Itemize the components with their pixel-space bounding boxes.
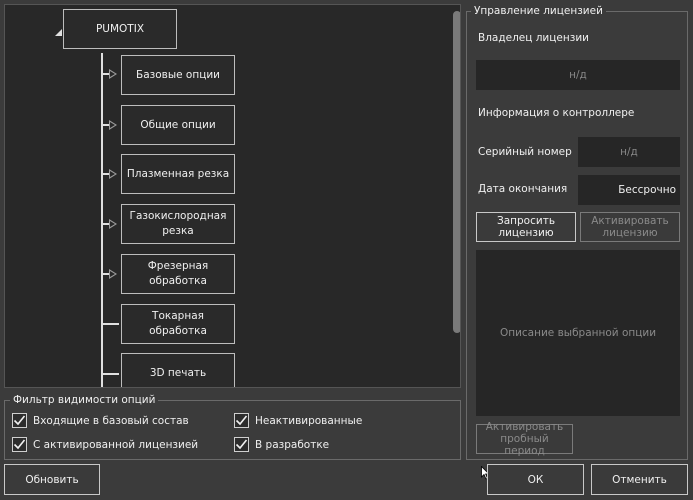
checkbox[interactable] [12,413,27,428]
filter-label: Неактивированные [255,414,363,427]
check-icon [13,415,26,426]
check-icon [235,415,248,426]
cancel-button[interactable]: Отменить [591,464,688,495]
tree-node-general-options[interactable]: Общие опции [121,105,235,145]
tree-branch-line [101,373,119,375]
checkbox[interactable] [234,437,249,452]
checkbox[interactable] [234,413,249,428]
expand-arrow-icon[interactable] [109,120,117,130]
tree-connector-line [101,53,103,387]
expand-arrow-icon[interactable] [109,269,117,279]
serial-value: н/д [578,137,680,167]
check-icon [235,439,248,450]
check-icon [13,439,26,450]
activate-trial-button[interactable]: Активировать пробный период [476,421,573,457]
filter-label: Входящие в базовый состав [33,414,189,427]
serial-label: Серийный номер [478,146,572,158]
tree-scrollbar[interactable] [453,11,460,333]
tree-node-3d-printing[interactable]: 3D печать [121,353,235,387]
filter-base-included[interactable]: Входящие в базовый состав [12,413,189,428]
visibility-filter-title: Фильтр видимости опций [10,394,159,406]
controller-info-label: Информация о контроллере [478,107,635,119]
expand-arrow-icon[interactable] [109,219,117,229]
tree-node-oxyfuel-cutting[interactable]: Газокислородная резка [121,204,235,244]
tree-node-milling[interactable]: Фрезерная обработка [121,254,235,294]
owner-label: Владелец лицензии [478,32,589,44]
tree-node-basic-options[interactable]: Базовые опции [121,55,235,95]
filter-label: С активированной лицензией [33,438,199,451]
filter-label: В разработке [255,438,330,451]
activate-license-button[interactable]: Активировать лицензию [580,212,680,242]
tree-root-node[interactable]: PUMOTIX [63,9,177,49]
checkbox[interactable] [12,437,27,452]
option-description-box: Описание выбранной опции [476,250,680,416]
expiry-value: Бессрочно [578,175,680,205]
options-tree-panel[interactable]: PUMOTIX Базовые опции Общие опции Плазме… [4,4,461,388]
collapse-arrow-icon[interactable] [55,29,62,36]
license-management-title: Управление лицензией [471,5,606,17]
refresh-button[interactable]: Обновить [4,464,100,495]
tree-branch-line [101,323,119,325]
filter-in-development[interactable]: В разработке [234,437,329,452]
ok-button[interactable]: ОК [487,464,584,495]
request-license-button[interactable]: Запросить лицензию [476,212,576,242]
tree-node-turning[interactable]: Токарная обработка [121,304,235,344]
filter-activated-license[interactable]: С активированной лицензией [12,437,198,452]
expand-arrow-icon[interactable] [109,69,117,79]
owner-value: н/д [476,60,680,90]
tree-node-plasma-cutting[interactable]: Плазменная резка [121,154,235,194]
expand-arrow-icon[interactable] [109,169,117,179]
expiry-label: Дата окончания [478,183,568,195]
filter-not-activated[interactable]: Неактивированные [234,413,362,428]
